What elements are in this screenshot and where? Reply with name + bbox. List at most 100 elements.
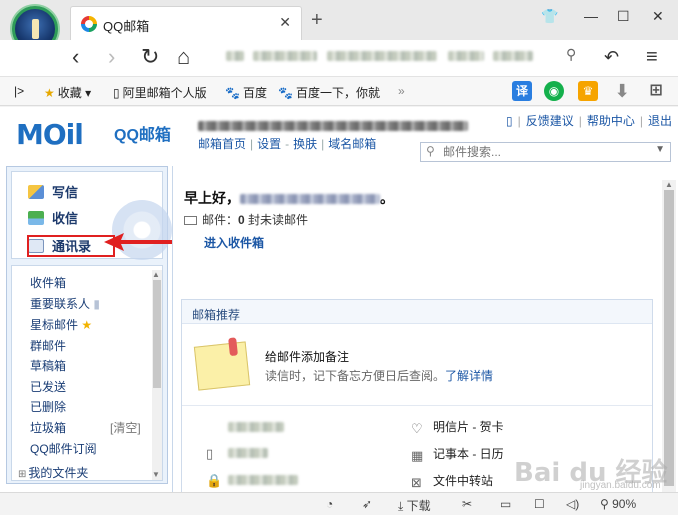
star-icon: ★ [81, 318, 93, 332]
folder-sent[interactable]: 已发送 [30, 378, 66, 395]
enter-inbox-link[interactable]: 进入收件箱 [204, 234, 264, 251]
mail-header: MOil QQ邮箱 邮箱首页 | 设置 - 换肤 | 域名邮箱 ▯ | 反馈建议 | 帮助中心 | 退出… [0, 107, 678, 165]
reload-icon[interactable]: ↻ [141, 45, 159, 69]
address-bar[interactable] [226, 48, 586, 68]
download-extension-icon[interactable]: ⬇ [612, 81, 632, 101]
maximize-icon[interactable]: ☐ [617, 8, 630, 25]
folder-inbox[interactable]: 收件箱 [30, 274, 66, 291]
scroll-down-icon[interactable]: ▼ [152, 470, 160, 479]
chevron-down-icon[interactable]: ▼ [655, 144, 665, 155]
paw-icon: 🐾 [278, 86, 293, 100]
calendar-icon: ▦ [411, 448, 424, 463]
folder-subscriptions[interactable]: QQ邮件订阅 [30, 440, 97, 457]
phone-icon[interactable]: ▯ [506, 114, 513, 128]
note-feature-desc: 读信时，记下备忘方便日后查阅。了解详情 [265, 367, 493, 384]
app-file-transfer[interactable]: ⊠ 文件中转站 [411, 472, 493, 490]
app-item-left-2[interactable]: ▯ [206, 445, 268, 461]
apps-grid-icon[interactable]: ⊞ [646, 81, 666, 101]
forward-icon[interactable]: › [108, 45, 115, 69]
main-scroll-thumb[interactable] [664, 190, 674, 486]
skin-shirt-icon[interactable]: 👕 [541, 8, 558, 25]
separator: | [639, 114, 643, 128]
bookmark-label: 百度 [242, 86, 267, 100]
zoom-icon[interactable]: ⚲ 90% [600, 497, 636, 511]
link-settings[interactable]: 设置 [257, 137, 281, 151]
mail-search-box[interactable]: ⚲ ▼ [420, 142, 671, 162]
bookmark-baidu-search[interactable]: 🐾 百度一下，你就 [278, 84, 380, 101]
download-label: 下载 [406, 499, 431, 513]
page-icon[interactable]: ☐ [534, 497, 545, 511]
folder-junk[interactable]: 垃圾箱 [清空] [30, 419, 141, 436]
file-transfer-icon: ⊠ [411, 475, 422, 490]
link-help[interactable]: 帮助中心 [587, 114, 635, 128]
mail-label: 邮件： [202, 213, 239, 227]
back-icon[interactable]: ‹ [72, 45, 79, 69]
undo-icon[interactable]: ↶ [604, 45, 619, 69]
app-postcard[interactable]: ♡ 明信片 - 贺卡 [411, 418, 504, 436]
tab-bar: QQ邮箱 ✕ + 👕 — ☐ ✕ [0, 0, 678, 52]
bookmarks-more-icon[interactable]: » [398, 84, 405, 98]
main-scrollbar[interactable]: ▲ [662, 180, 676, 492]
bookmark-favorites[interactable]: ★ 收藏 ▾ [44, 84, 91, 101]
clear-junk-link[interactable]: [清空] [110, 421, 141, 435]
app-name-blur [228, 474, 298, 485]
write-mail-button[interactable]: 写信 [28, 182, 78, 201]
search-icon[interactable]: ⚲ [566, 46, 576, 63]
folder-label: 重要联系人 [30, 297, 91, 311]
note-feature-title[interactable]: 给邮件添加备注 [265, 348, 349, 365]
window-icon[interactable]: ▭ [500, 497, 511, 511]
app-item-left-3[interactable]: 🔒 [206, 472, 298, 488]
paw-icon: 🐾 [225, 86, 240, 100]
scissors-icon[interactable]: ✂ [462, 497, 472, 511]
address-blur [448, 50, 485, 61]
scroll-up-icon[interactable]: ▲ [665, 180, 673, 189]
bookmark-baidu[interactable]: 🐾 百度 [225, 84, 267, 101]
mail-search-input[interactable] [443, 144, 643, 160]
folder-starred[interactable]: 星标邮件 ★ [30, 316, 92, 333]
close-window-icon[interactable]: ✕ [652, 8, 664, 25]
chat-extension-icon[interactable]: ◉ [544, 81, 564, 101]
status-bar: ◔ ➶ ⤓ 下载 ✂ ▭ ☐ ◁) ⚲ 90% [0, 492, 678, 515]
divider [182, 405, 652, 406]
tab-qqmail[interactable]: QQ邮箱 ✕ [70, 6, 302, 40]
sidebar-toggle-icon[interactable]: |> [14, 84, 24, 98]
home-icon[interactable]: ⌂ [177, 45, 190, 69]
bookmark-aliyun[interactable]: ▯ 阿里邮箱个人版 [113, 84, 207, 101]
app-notebook[interactable]: ▦ 记事本 - 日历 [411, 445, 504, 463]
new-tab-button[interactable]: + [311, 9, 323, 32]
minimize-icon[interactable]: — [584, 8, 598, 24]
address-blur [326, 50, 437, 61]
translate-extension-icon[interactable]: 译 [512, 81, 532, 101]
folder-scroll-thumb[interactable] [153, 280, 161, 388]
star-icon: ★ [44, 86, 55, 100]
folder-important-contacts[interactable]: 重要联系人 ▮ [30, 295, 100, 312]
folder-scrollbar[interactable]: ▲ ▼ [152, 270, 162, 480]
qqmail-logo-text: QQ邮箱 [114, 127, 171, 144]
app-name-blur [228, 421, 284, 432]
folder-deleted[interactable]: 已删除 [30, 398, 66, 415]
download-icon[interactable]: ⤓ 下载 [398, 497, 431, 514]
app-item-left-1[interactable] [206, 418, 284, 433]
folder-my-folders[interactable]: ⊞ 我的文件夹 [18, 464, 88, 480]
volume-icon[interactable]: ◁) [566, 497, 579, 511]
menu-icon[interactable]: ≡ [646, 45, 658, 69]
scroll-up-icon[interactable]: ▲ [152, 270, 160, 279]
receive-mail-button[interactable]: 收信 [28, 208, 78, 227]
link-domain-mail[interactable]: 域名邮箱 [328, 137, 376, 151]
email-address-blur [240, 194, 380, 205]
folder-drafts[interactable]: 草稿箱 [30, 357, 66, 374]
qqmail-logo[interactable]: MOil [16, 118, 84, 151]
link-skin[interactable]: 换肤 [293, 137, 317, 151]
gift-extension-icon[interactable]: ♛ [578, 81, 598, 101]
folder-list: 收件箱 重要联系人 ▮ 星标邮件 ★ 群邮件 草稿箱 已发送 已删除 垃圾箱 [清… [11, 265, 163, 481]
header-nav: 邮箱首页 | 设置 - 换肤 | 域名邮箱 [198, 135, 376, 152]
rocket-icon[interactable]: ➶ [362, 497, 372, 511]
link-logout[interactable]: 退出 [648, 114, 672, 128]
learn-more-link[interactable]: 了解详情 [445, 369, 493, 383]
close-tab-icon[interactable]: ✕ [279, 14, 291, 31]
greeting-text: 早上好， 。 [184, 188, 394, 208]
folder-group-mail[interactable]: 群邮件 [30, 337, 66, 354]
link-mail-home[interactable]: 邮箱首页 [198, 137, 246, 151]
speed-icon[interactable]: ◔ [326, 497, 333, 511]
link-feedback[interactable]: 反馈建议 [526, 114, 574, 128]
